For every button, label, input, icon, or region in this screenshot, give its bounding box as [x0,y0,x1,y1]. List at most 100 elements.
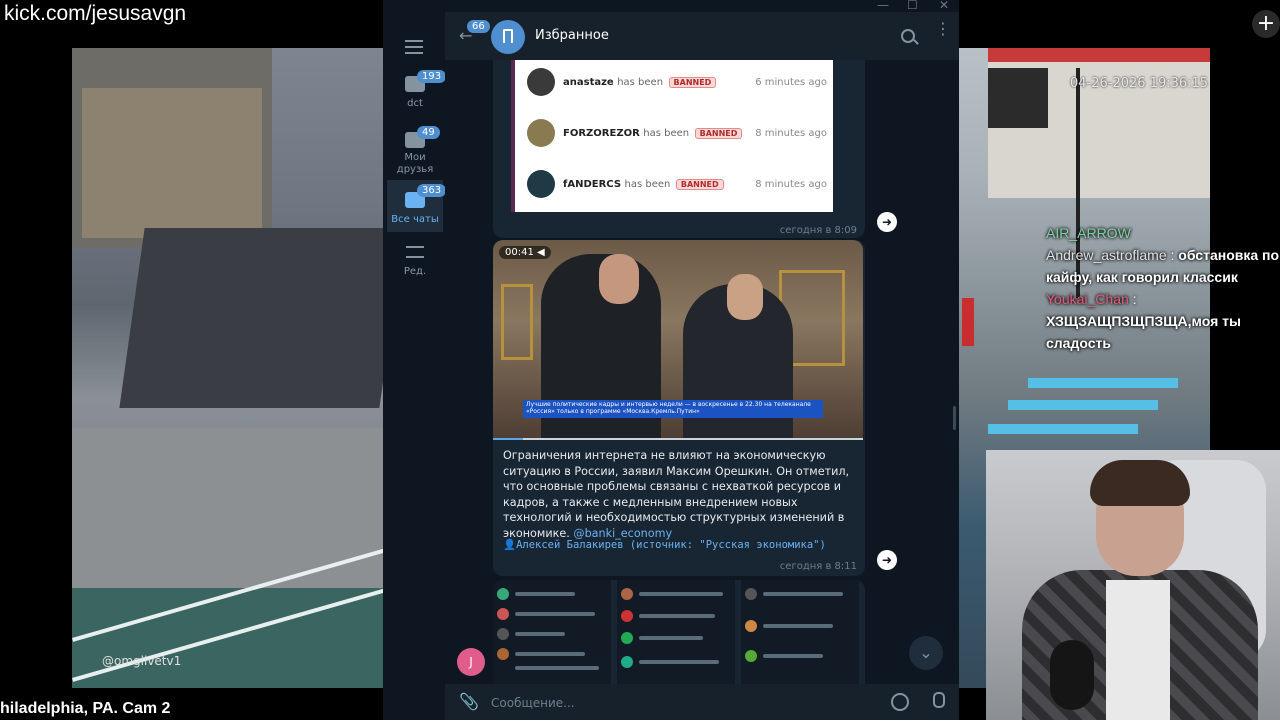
ban-entry: FORZOREZOR has been BANNED [563,128,743,139]
chat-screenshot [617,580,735,684]
user-avatar [527,119,555,147]
message-body: Ограничения интернета не влияют на эконо… [503,449,850,540]
text-line [639,614,715,618]
streamer-shirt [1106,580,1170,720]
banned-badge: BANNED [675,179,724,190]
message-bubble[interactable]: Лучшие политические кадры и интервью нед… [493,240,865,576]
chat-screenshot [741,580,859,684]
sidebar-item-label: dct [407,98,423,109]
camera-caption: hiladelphia, PA. Cam 2 [0,700,171,717]
camera-timestamp: 04-26-2026 19:36:15 [1070,76,1209,91]
video-progress-bar[interactable] [493,438,863,440]
message-text: Ограничения интернета не влияют на эконо… [503,448,855,541]
text-line [763,624,833,628]
microphone-icon[interactable] [933,692,945,708]
painting [501,284,533,360]
text-line [639,660,719,664]
banned-badge: BANNED [668,77,717,88]
text-line [763,654,823,658]
menu-icon[interactable] [405,40,423,54]
message-time: сегодня в 8:09 [779,225,857,236]
sidebar-item-label: Все чаты [391,214,439,225]
text-line [515,612,595,616]
user-avatar [497,628,509,640]
sidebar-item-all-chats[interactable]: 363 Все чаты [387,180,447,232]
sidebar-item-dct[interactable]: 193 dct [387,70,447,114]
stream-url: kick.com/jesusavgn [4,2,187,25]
microphone [1050,640,1094,710]
message-input[interactable] [489,692,853,714]
text-line [763,592,843,596]
forward-icon[interactable]: ➜ [877,550,897,570]
paperclip-icon[interactable]: 📎 [459,692,479,711]
user-avatar [621,588,633,600]
chat-title[interactable]: Избранное [535,28,609,43]
ban-entry: anastaze has been BANNED [563,77,717,88]
left-camera-feed [72,48,384,688]
banned-badge: BANNED [694,128,743,139]
search-icon[interactable] [901,29,915,43]
sidebar-item-label: Ред. [403,266,427,277]
user-avatar [745,650,757,662]
text-line [515,592,575,596]
fire-hydrant [962,298,974,346]
ban-row: anastaze has been BANNED 6 minutes ago [527,68,827,98]
bookmark-icon[interactable] [491,20,525,54]
ban-time: 8 minutes ago [755,179,827,190]
title-bar: — ☐ ✕ [383,0,959,12]
ban-row: FORZOREZOR has been BANNED 8 minutes ago [527,119,827,149]
forward-icon[interactable]: ➜ [877,212,897,232]
maximize-icon[interactable]: ☐ [907,0,918,12]
camera-watermark: @omglivetv1 [102,654,182,668]
message-composer: 📎 [445,684,959,720]
minimize-icon[interactable]: — [877,0,889,12]
add-button[interactable]: + [1252,10,1280,38]
video-player[interactable]: Лучшие политические кадры и интервью нед… [493,240,863,440]
news-ticker: Лучшие политические кадры и интервью нед… [523,400,823,418]
chat-header: ← 66 Избранное ⋮ [445,12,959,60]
ban-text: has been [624,179,671,190]
streamer-hair [1090,460,1190,506]
scrollbar[interactable] [953,406,956,430]
user-avatar [745,620,757,632]
user-avatar [527,170,555,198]
user-avatar [621,656,633,668]
telegram-window: — ☐ ✕ 193 dct 49 Мои друзья 363 Все чаты… [383,0,959,720]
message-bubble[interactable]: anastaze has been BANNED 6 minutes ago F… [493,60,865,238]
close-icon[interactable]: ✕ [939,0,949,12]
chat-username: Andrew_astroflame [1046,247,1167,263]
banned-username: anastaze [563,77,614,88]
text-line [639,592,723,596]
chat-separator: : [1132,291,1137,307]
unread-badge: 193 [417,70,447,83]
message-bubble[interactable] [493,580,865,684]
ban-time: 8 minutes ago [755,128,827,139]
chat-message: Youkai_Chan : ХЗЩЗАЩПЗЩПЗЩА,моя ты сладо… [1046,288,1280,354]
crosswalk-stripe [988,424,1138,434]
stream-chat: AIR_ARROW Andrew_astroflame : обстановка… [1046,222,1280,354]
sidebar-item-friends[interactable]: 49 Мои друзья [387,124,443,180]
sidebar-item-edit[interactable]: Ред. [387,242,443,286]
crosswalk-stripe [1028,378,1178,388]
mute-icon[interactable]: ◀ [537,247,545,258]
ban-entry: fANDERCS has been BANNED [563,179,724,190]
unread-badge: 49 [417,126,440,139]
text-line [515,666,599,670]
user-avatar [497,648,509,660]
user-avatar [527,68,555,96]
chat-username: Youkai_Chan [1046,291,1129,307]
user-avatar [745,588,757,600]
scroll-down-button[interactable]: ⌄ [909,636,943,670]
sidewalk [72,428,384,598]
message-signature: 👤Алексей Балакирев (источник: "Русская э… [503,539,826,551]
more-vertical-icon[interactable]: ⋮ [935,21,951,37]
red-awning [988,48,1210,62]
emoji-icon[interactable] [891,693,909,711]
chat-screenshot [493,580,611,684]
person-face [599,254,639,304]
user-avatar[interactable]: J [457,648,485,676]
video-duration: 00:41 ◀ [499,246,551,259]
person-face [727,274,763,320]
ban-time: 6 minutes ago [755,77,827,88]
unread-badge: 363 [417,184,447,197]
